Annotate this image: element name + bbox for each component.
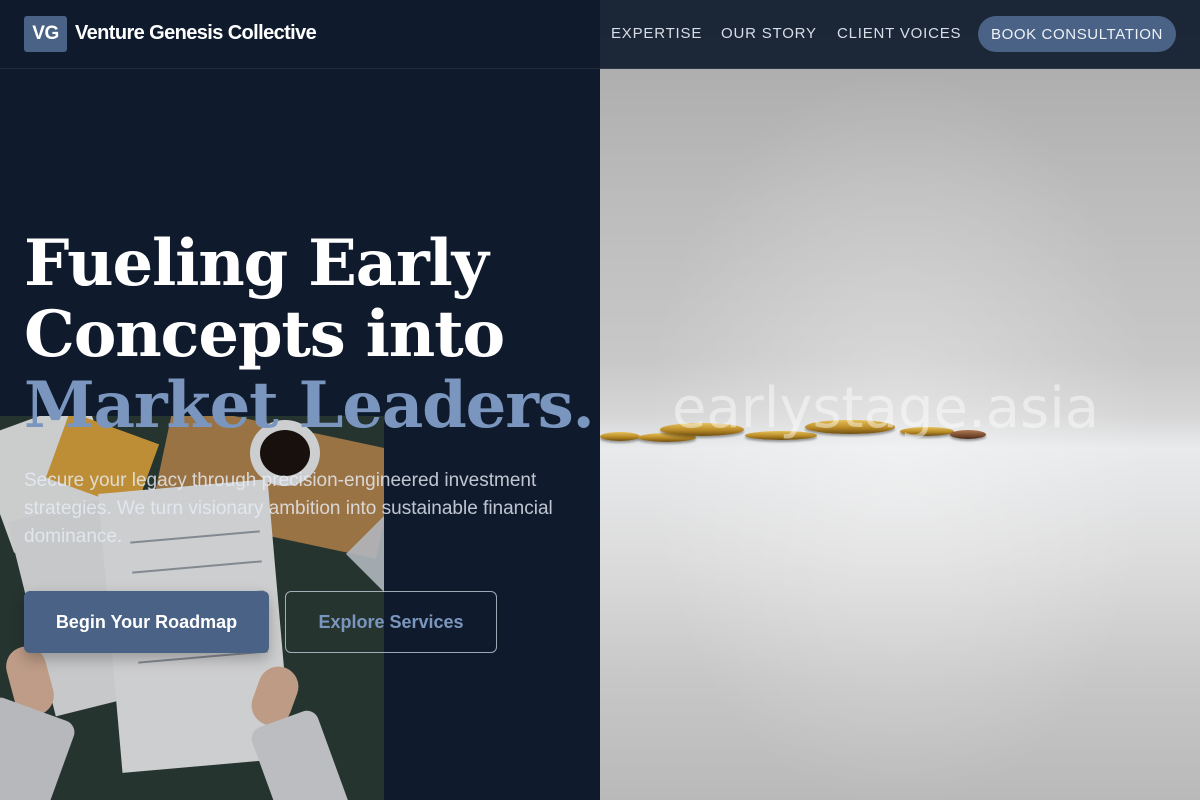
logo-mark[interactable]: VG <box>24 16 67 52</box>
begin-roadmap-button[interactable]: Begin Your Roadmap <box>24 591 269 653</box>
hero-title-accent: Market Leaders. <box>24 368 595 443</box>
hero-title-line2: Concepts into <box>24 297 505 372</box>
book-consultation-button[interactable]: BOOK CONSULTATION <box>978 16 1176 52</box>
hero-title-line1: Fueling Early <box>24 226 489 301</box>
nav-link-client-voices[interactable]: CLIENT VOICES <box>837 25 961 42</box>
nav-link-expertise[interactable]: EXPERTISE <box>611 25 702 42</box>
hero-title: Fueling Early Concepts into Market Leaders… <box>24 228 604 441</box>
explore-services-button[interactable]: Explore Services <box>285 591 497 653</box>
brand-name[interactable]: Venture Genesis Collective <box>75 22 317 45</box>
image-watermark: earlystage.asia <box>672 376 1100 441</box>
site-header: VG Venture Genesis Collective EXPERTISE … <box>0 0 1200 69</box>
coin <box>600 432 640 441</box>
hero-subtitle: Secure your legacy through precision-eng… <box>24 470 553 547</box>
nav-link-our-story[interactable]: OUR STORY <box>721 25 817 42</box>
